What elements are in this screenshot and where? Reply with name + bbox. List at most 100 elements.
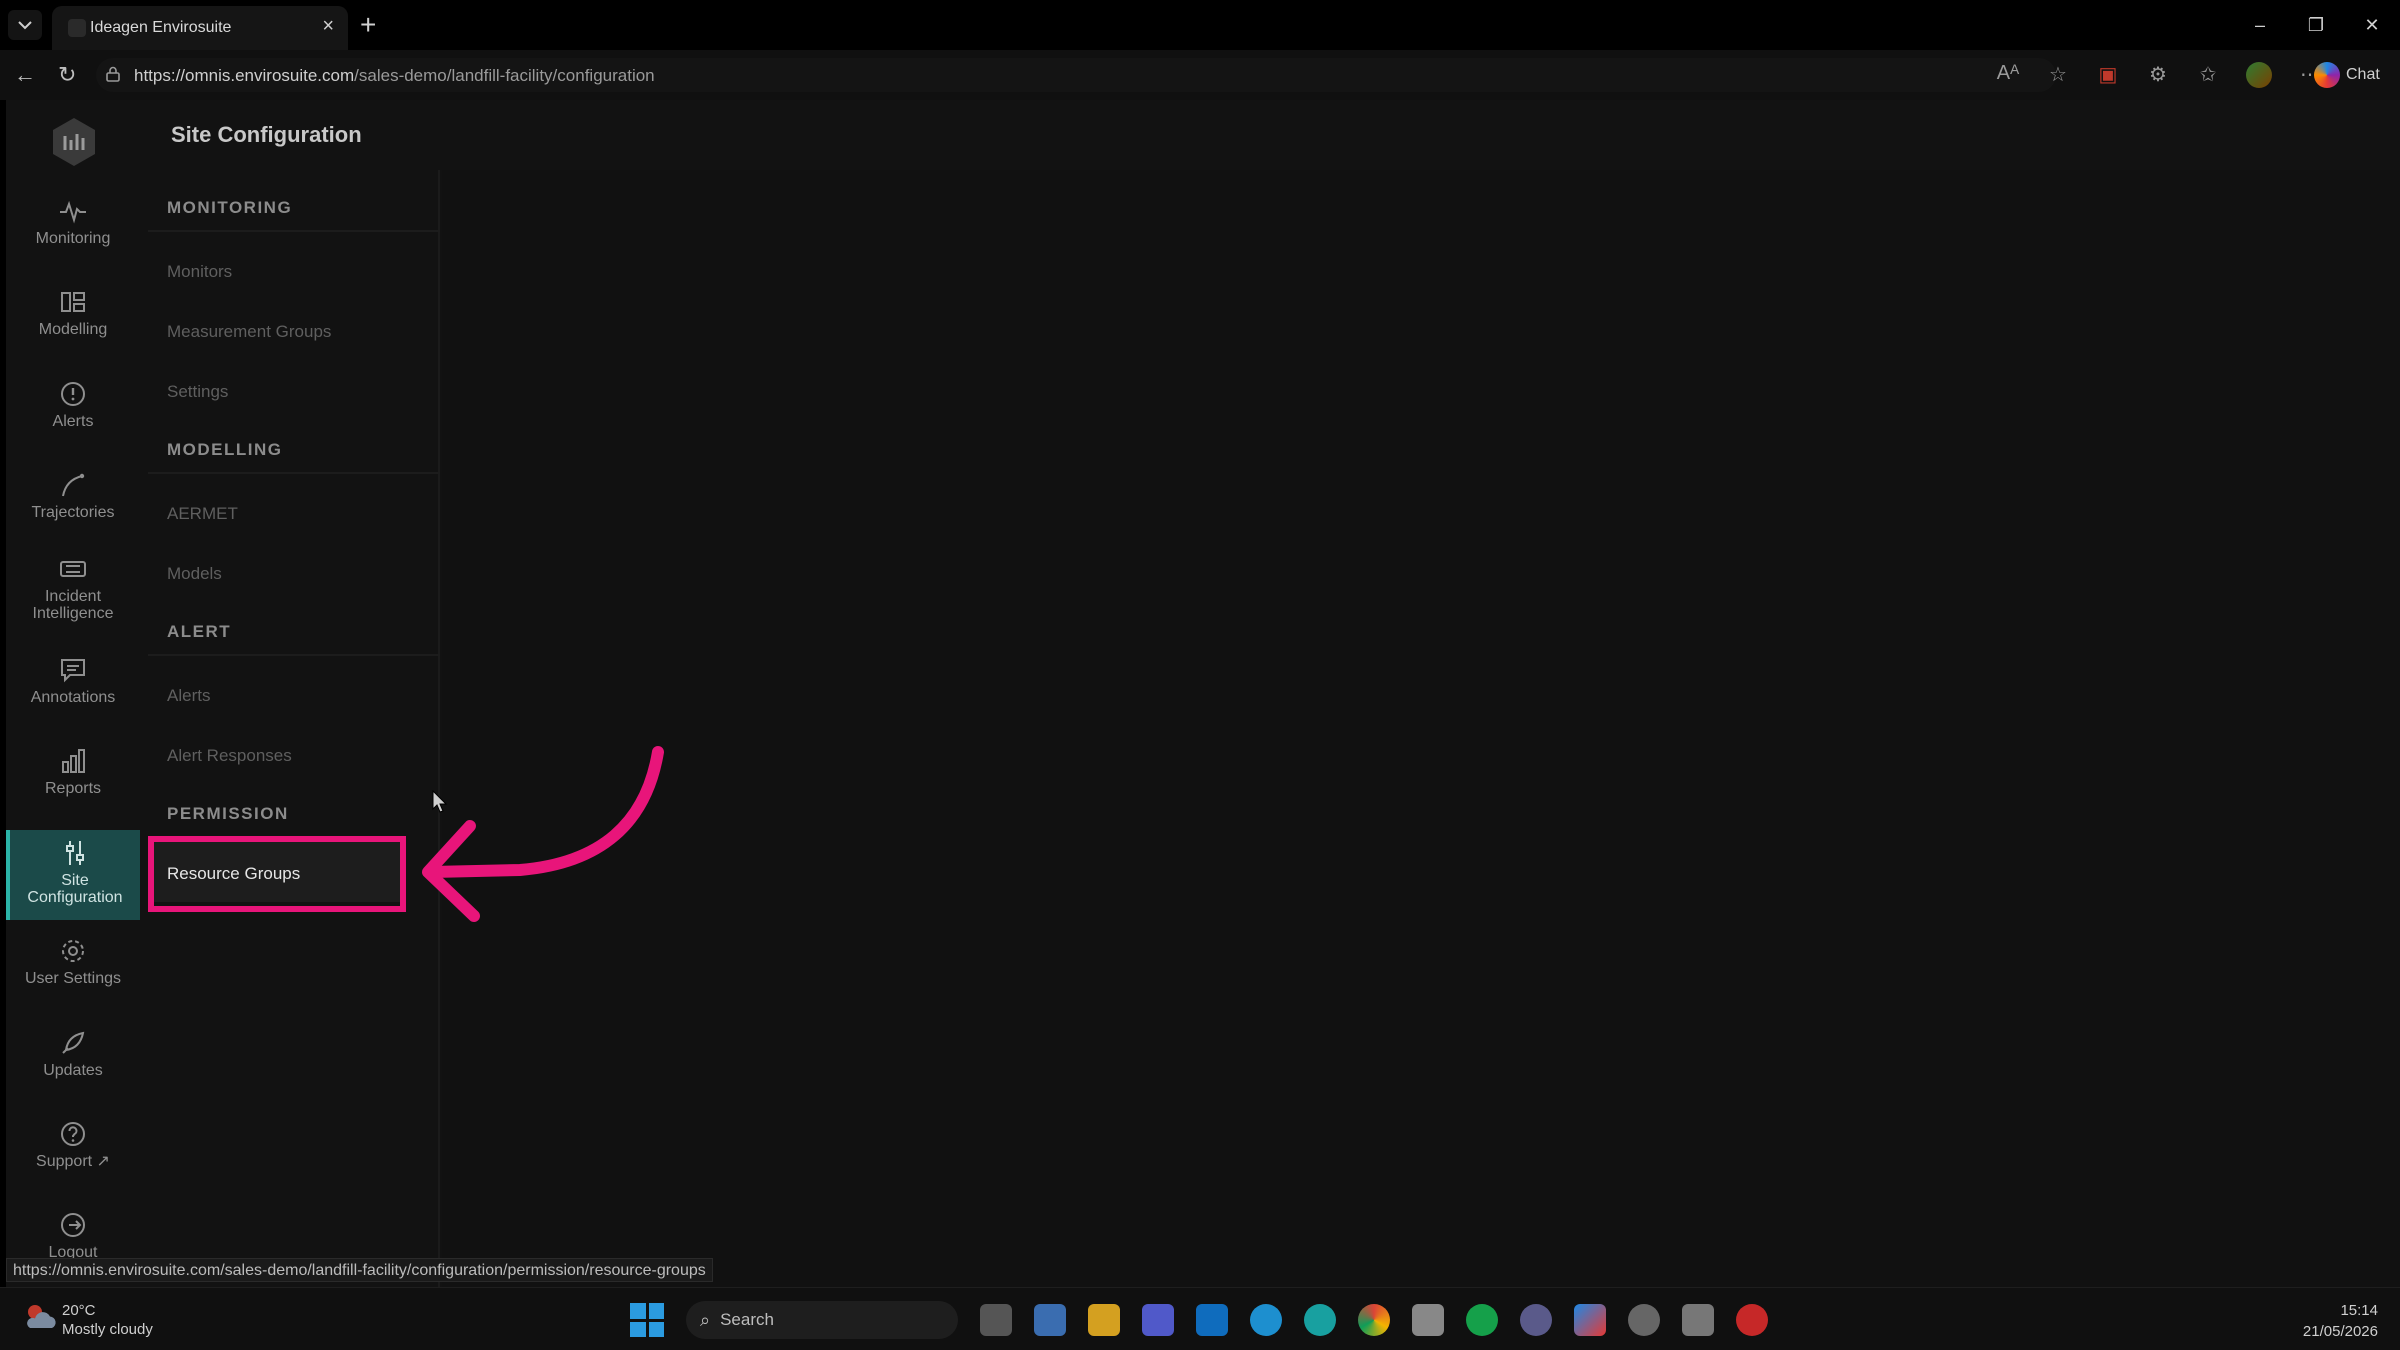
nav-label: Alerts bbox=[52, 413, 94, 430]
nav-trajectories[interactable]: Trajectories bbox=[6, 470, 140, 540]
profile-avatar-icon[interactable] bbox=[2246, 62, 2272, 88]
subnav-settings[interactable]: Settings bbox=[167, 382, 228, 402]
clock-time: 15:14 bbox=[2340, 1302, 2378, 1319]
teams-icon[interactable] bbox=[1142, 1304, 1174, 1336]
weather-temperature: 20°C bbox=[62, 1302, 96, 1319]
subnav-aermet[interactable]: AERMET bbox=[167, 504, 238, 524]
nav-label: Monitoring bbox=[35, 230, 111, 247]
close-window-icon[interactable]: ✕ bbox=[2344, 0, 2400, 50]
snipping-tool-icon[interactable] bbox=[1412, 1304, 1444, 1336]
nav-label: Updates bbox=[43, 1062, 103, 1079]
nav-support[interactable]: Support ↗ bbox=[6, 1119, 140, 1189]
comment-icon bbox=[61, 659, 85, 683]
favorites-icon[interactable]: ✩ bbox=[2196, 62, 2220, 86]
layout-icon bbox=[61, 292, 85, 312]
section-title-modelling: MODELLING bbox=[167, 440, 283, 459]
copilot-taskbar-icon[interactable] bbox=[1574, 1304, 1606, 1336]
url-path: /sales-demo/landfill-facility/configurat… bbox=[354, 66, 655, 85]
nav-modelling[interactable]: Modelling bbox=[6, 287, 140, 357]
refresh-icon[interactable]: ↻ bbox=[58, 62, 76, 88]
chrome-icon[interactable] bbox=[1358, 1304, 1390, 1336]
main-content-area bbox=[442, 170, 2400, 1287]
nav-site-configuration[interactable]: Site Configuration bbox=[6, 830, 140, 920]
pulse-icon bbox=[60, 200, 86, 224]
favorite-star-icon[interactable]: ☆ bbox=[2046, 62, 2070, 86]
site-favicon-icon bbox=[68, 19, 86, 37]
gmail-app-icon[interactable] bbox=[1736, 1304, 1768, 1336]
copilot-chat-button[interactable]: Chat bbox=[2314, 62, 2380, 88]
taskbar-search[interactable]: ⌕ Search bbox=[686, 1301, 958, 1339]
back-arrow-icon[interactable]: ← bbox=[14, 62, 36, 88]
chevron-down-icon bbox=[18, 21, 32, 30]
search-label: Search bbox=[720, 1310, 774, 1329]
store-icon[interactable] bbox=[1034, 1304, 1066, 1336]
browser-address-bar: ← ↻ https://omnis.envirosuite.com/sales-… bbox=[0, 50, 2400, 100]
url-field[interactable]: https://omnis.envirosuite.com/sales-demo… bbox=[96, 58, 2056, 92]
subnav-measurement-groups[interactable]: Measurement Groups bbox=[167, 322, 331, 342]
task-view-icon[interactable] bbox=[980, 1304, 1012, 1336]
nav-label: User Settings bbox=[24, 970, 122, 987]
trajectory-icon bbox=[62, 473, 85, 497]
section-divider bbox=[148, 230, 440, 232]
windows-taskbar: 20°C Mostly cloudy ⌕ Search 15:14 21/05/… bbox=[0, 1287, 2400, 1350]
nav-alerts[interactable]: Alerts bbox=[6, 379, 140, 449]
section-divider bbox=[148, 472, 440, 474]
extension-icon[interactable]: ▣ bbox=[2096, 62, 2120, 86]
external-link-icon: ↗ bbox=[96, 1153, 110, 1170]
file-explorer-icon[interactable] bbox=[1088, 1304, 1120, 1336]
configuration-subnav: MONITORING Monitors Measurement Groups S… bbox=[140, 170, 440, 1287]
help-circle-icon bbox=[61, 1122, 85, 1146]
nav-annotations[interactable]: Annotations bbox=[6, 655, 140, 725]
weather-cloud-icon[interactable] bbox=[22, 1302, 58, 1332]
section-title-permission: PERMISSION bbox=[167, 804, 289, 823]
calculator-icon[interactable] bbox=[1682, 1304, 1714, 1336]
restore-icon[interactable]: ❐ bbox=[2288, 0, 2344, 50]
nav-monitoring[interactable]: Monitoring bbox=[6, 196, 140, 266]
nav-incident-intelligence[interactable]: Incident Intelligence bbox=[6, 554, 140, 634]
bar-chart-icon bbox=[62, 749, 85, 773]
app-disc-icon[interactable] bbox=[1628, 1304, 1660, 1336]
edge-icon[interactable] bbox=[1250, 1304, 1282, 1336]
outlook-icon[interactable] bbox=[1196, 1304, 1228, 1336]
nav-label: Modelling bbox=[38, 321, 108, 338]
envirosuite-logo-icon[interactable] bbox=[50, 116, 98, 168]
edge-active-icon[interactable] bbox=[1304, 1304, 1336, 1336]
incident-icon bbox=[60, 561, 86, 577]
close-tab-icon[interactable]: × bbox=[322, 15, 334, 38]
nav-label: Reports bbox=[44, 780, 102, 797]
subnav-alert-responses[interactable]: Alert Responses bbox=[167, 746, 292, 766]
subnav-monitors[interactable]: Monitors bbox=[167, 262, 232, 282]
windows-start-icon[interactable] bbox=[630, 1303, 664, 1337]
rocket-icon bbox=[62, 1031, 85, 1054]
clock-date: 21/05/2026 bbox=[2302, 1323, 2378, 1340]
grammarly-icon[interactable] bbox=[1466, 1304, 1498, 1336]
subnav-resource-groups[interactable]: Resource Groups bbox=[151, 842, 403, 902]
alert-circle-icon bbox=[61, 382, 85, 406]
nav-user-settings[interactable]: User Settings bbox=[6, 936, 140, 1006]
taskbar-apps: ⌕ Search bbox=[630, 1301, 1768, 1339]
minimize-icon[interactable]: – bbox=[2232, 0, 2288, 50]
subnav-models[interactable]: Models bbox=[167, 564, 222, 584]
new-tab-button[interactable]: + bbox=[360, 8, 376, 42]
nav-label: Incident Intelligence bbox=[32, 588, 114, 622]
sliders-icon bbox=[66, 841, 84, 865]
page-title: Site Configuration bbox=[171, 122, 362, 147]
subnav-alerts[interactable]: Alerts bbox=[167, 686, 210, 706]
nav-label: Trajectories bbox=[31, 504, 115, 521]
logout-icon bbox=[61, 1213, 85, 1237]
nav-label: Site Configuration bbox=[27, 872, 123, 906]
read-aloud-icon[interactable]: Aᴬ bbox=[1996, 62, 2020, 86]
app-window: Monitoring Modelling Alerts Trajectories… bbox=[6, 100, 2400, 1287]
system-clock[interactable]: 15:14 21/05/2026 bbox=[2303, 1300, 2378, 1342]
link-status-bar: https://omnis.envirosuite.com/sales-demo… bbox=[6, 1258, 713, 1282]
nav-updates[interactable]: Updates bbox=[6, 1028, 140, 1098]
window-controls: – ❐ ✕ bbox=[2232, 0, 2400, 50]
section-divider bbox=[148, 654, 440, 656]
copilot-icon bbox=[2314, 62, 2340, 88]
section-title-alert: ALERT bbox=[167, 622, 232, 641]
r-app-icon[interactable] bbox=[1520, 1304, 1552, 1336]
extensions-puzzle-icon[interactable]: ⚙ bbox=[2146, 62, 2170, 86]
browser-tab[interactable]: Ideagen Envirosuite × bbox=[52, 6, 348, 50]
tab-list-button[interactable] bbox=[8, 10, 42, 40]
nav-reports[interactable]: Reports bbox=[6, 746, 140, 816]
